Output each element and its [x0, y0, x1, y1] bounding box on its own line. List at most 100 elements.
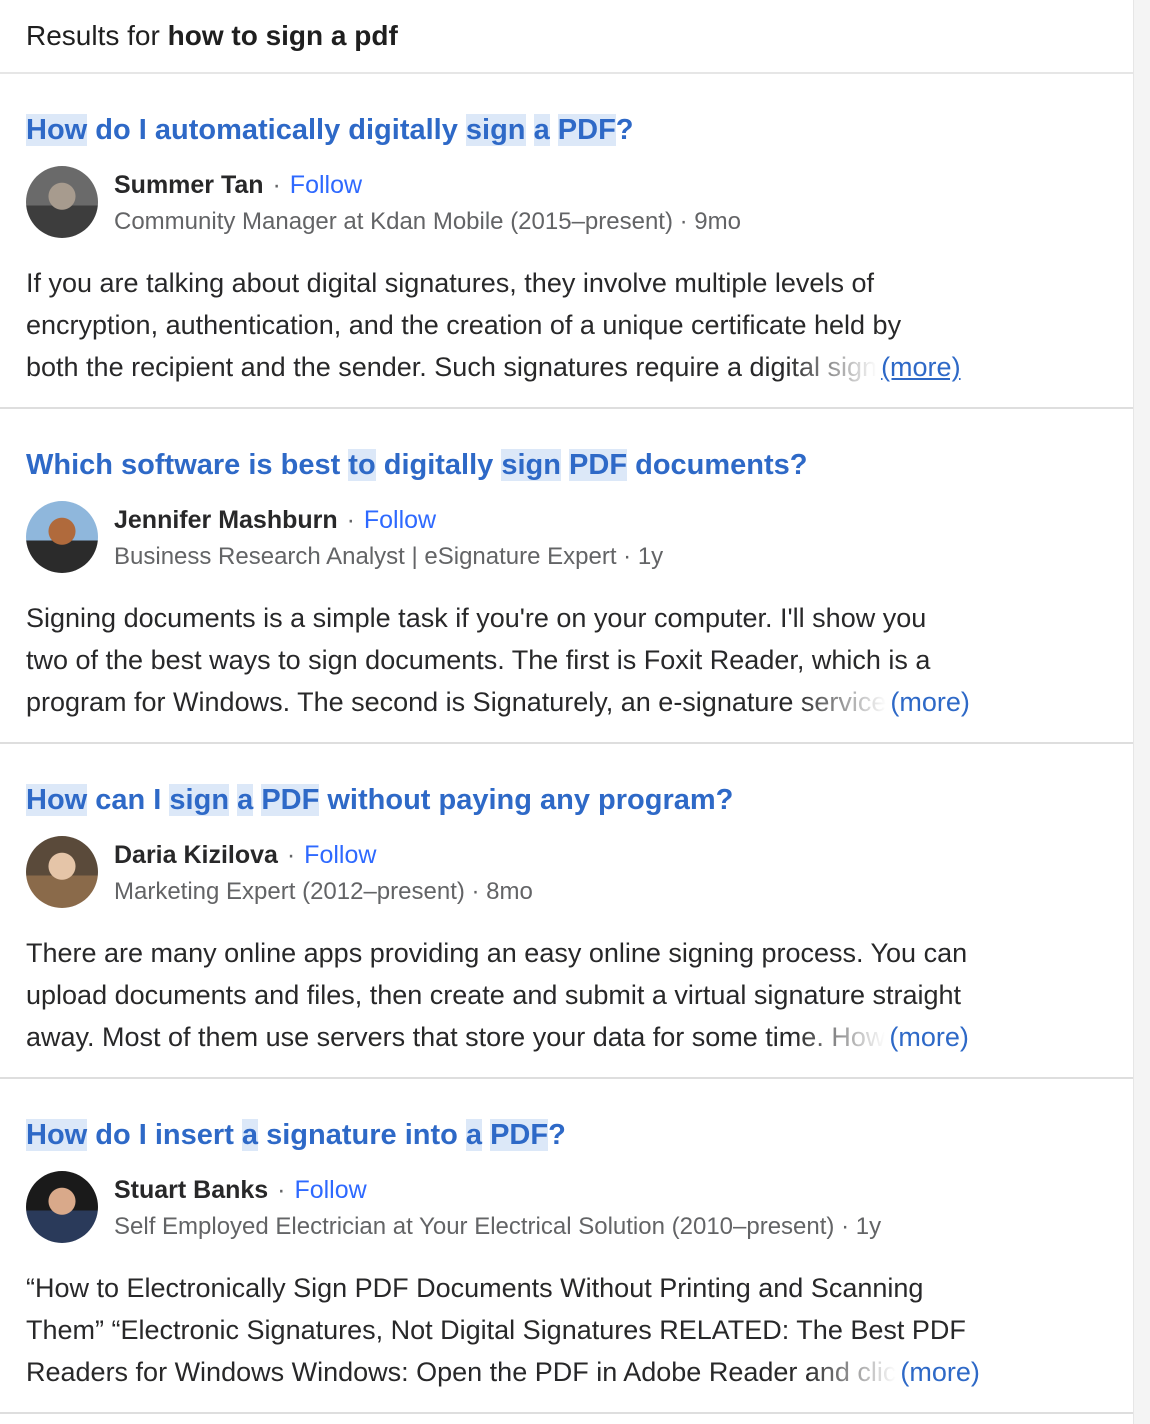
separator-dot: ·: [339, 506, 362, 534]
author-name-link[interactable]: Jennifer Mashburn: [114, 506, 338, 534]
title-highlight: How: [26, 784, 88, 816]
title-text: do I automatically digitally: [87, 114, 466, 146]
result-item: Which software is best to digitally sign…: [0, 409, 1134, 744]
snippet-last-line: Readers for Windows Windows: Open the PD…: [26, 1351, 1106, 1393]
results-query: how to sign a pdf: [167, 20, 398, 51]
title-text: [229, 784, 237, 816]
title-text: [561, 449, 569, 481]
question-title-link[interactable]: How do I insert a signature into a PDF?: [26, 1115, 1108, 1155]
avatar[interactable]: [26, 1171, 98, 1243]
results-header: Results for how to sign a pdf: [0, 0, 1134, 74]
follow-button[interactable]: Follow: [364, 506, 436, 534]
title-highlight: sign: [501, 449, 561, 481]
title-highlight: sign: [169, 784, 230, 816]
author-row: Jennifer Mashburn · Follow Business Resea…: [26, 501, 1108, 579]
more-link[interactable]: (more): [890, 681, 970, 723]
author-name-line: Summer Tan · Follow: [114, 168, 741, 202]
result-item: How do I automatically digitally sign a …: [0, 74, 1134, 409]
author-name-line: Stuart Banks · Follow: [114, 1173, 881, 1207]
answer-snippet[interactable]: If you are talking about digital signatu…: [26, 262, 1106, 388]
snippet-last-line: away. Most of them use servers that stor…: [26, 1016, 1106, 1058]
more-link[interactable]: (more): [900, 1351, 980, 1393]
title-text: [550, 114, 558, 146]
avatar[interactable]: [26, 166, 98, 238]
title-highlight: a: [533, 114, 550, 146]
separator-dot: ·: [265, 171, 288, 199]
snippet-line: If you are talking about digital signatu…: [26, 268, 874, 298]
snippet-line: upload documents and files, then create …: [26, 980, 962, 1010]
follow-button[interactable]: Follow: [290, 171, 362, 199]
separator-dot: ·: [270, 1176, 293, 1204]
author-info: Jennifer Mashburn · Follow Business Resea…: [114, 501, 663, 575]
title-highlight: to: [348, 449, 376, 481]
snippet-line: Readers for Windows Windows: Open the PD…: [26, 1351, 897, 1393]
scrollbar[interactable]: [1133, 0, 1150, 1424]
title-text: ?: [615, 114, 634, 146]
title-highlight: PDF: [569, 449, 628, 481]
question-title-link[interactable]: How do I automatically digitally sign a …: [26, 110, 1108, 150]
snippet-line: encryption, authentication, and the crea…: [26, 310, 902, 340]
title-highlight: a: [465, 1119, 483, 1151]
snippet-last-line: both the recipient and the sender. Such …: [26, 346, 1106, 388]
title-text: documents?: [627, 449, 808, 481]
snippet-line: Them” “Electronic Signatures, Not Digita…: [26, 1315, 966, 1345]
title-highlight: How: [26, 114, 88, 146]
title-highlight: a: [241, 1119, 259, 1151]
title-highlight: sign: [465, 114, 526, 146]
title-highlight: a: [237, 784, 254, 816]
answer-snippet[interactable]: “How to Electronically Sign PDF Document…: [26, 1267, 1106, 1393]
result-item: How do I insert a signature into a PDF? S…: [0, 1079, 1134, 1414]
author-info: Daria Kizilova · Follow Marketing Expert …: [114, 836, 533, 910]
title-text: [482, 1119, 490, 1151]
results-list: How do I automatically digitally sign a …: [0, 74, 1134, 1414]
title-highlight: How: [26, 1119, 88, 1151]
author-info: Stuart Banks · Follow Self Employed Elect…: [114, 1171, 881, 1245]
author-name-link[interactable]: Summer Tan: [114, 171, 264, 199]
follow-button[interactable]: Follow: [304, 841, 376, 869]
author-row: Summer Tan · Follow Community Manager at …: [26, 166, 1108, 244]
results-prefix: Results for: [26, 20, 160, 51]
snippet-line: There are many online apps providing an …: [26, 938, 968, 968]
more-link[interactable]: (more): [889, 1016, 969, 1058]
title-text: Which software is best: [26, 449, 349, 481]
title-text: digitally: [375, 449, 502, 481]
title-text: can I: [87, 784, 170, 816]
snippet-line: “How to Electronically Sign PDF Document…: [26, 1273, 924, 1303]
title-text: ?: [548, 1119, 566, 1151]
title-highlight: PDF: [490, 1119, 549, 1151]
title-text: [526, 114, 534, 146]
separator-dot: ·: [279, 841, 303, 869]
author-info: Summer Tan · Follow Community Manager at …: [114, 166, 741, 240]
title-text: without paying any program?: [319, 784, 734, 816]
author-credential: Community Manager at Kdan Mobile (2015–p…: [114, 208, 741, 235]
snippet-line: program for Windows. The second is Signa…: [26, 681, 887, 723]
author-name-link[interactable]: Daria Kizilova: [114, 841, 278, 869]
author-credential: Business Research Analyst | eSignature E…: [114, 543, 664, 570]
title-text: do I insert: [87, 1119, 242, 1151]
question-title-link[interactable]: Which software is best to digitally sign…: [26, 445, 1108, 485]
author-name-link[interactable]: Stuart Banks: [114, 1176, 268, 1204]
avatar[interactable]: [26, 501, 98, 573]
snippet-line: both the recipient and the sender. Such …: [26, 346, 878, 388]
answer-snippet[interactable]: Signing documents is a simple task if yo…: [26, 597, 1106, 723]
title-highlight: PDF: [557, 114, 616, 146]
author-name-line: Daria Kizilova · Follow: [114, 838, 533, 872]
author-row: Daria Kizilova · Follow Marketing Expert …: [26, 836, 1108, 914]
title-highlight: PDF: [261, 784, 320, 816]
snippet-line: Signing documents is a simple task if yo…: [26, 603, 927, 633]
more-link[interactable]: (more): [881, 346, 961, 388]
snippet-line: away. Most of them use servers that stor…: [26, 1016, 886, 1058]
author-row: Stuart Banks · Follow Self Employed Elect…: [26, 1171, 1108, 1249]
answer-snippet[interactable]: There are many online apps providing an …: [26, 932, 1106, 1058]
result-item: How can I sign a PDF without paying any …: [0, 744, 1134, 1079]
question-title-link[interactable]: How can I sign a PDF without paying any …: [26, 780, 1108, 820]
author-credential: Marketing Expert (2012–present) · 8mo: [114, 878, 533, 905]
avatar[interactable]: [26, 836, 98, 908]
snippet-last-line: program for Windows. The second is Signa…: [26, 681, 1106, 723]
title-text: signature into: [258, 1119, 466, 1151]
snippet-line: two of the best ways to sign documents. …: [26, 645, 931, 675]
follow-button[interactable]: Follow: [294, 1176, 366, 1204]
author-name-line: Jennifer Mashburn · Follow: [114, 503, 663, 537]
author-credential: Self Employed Electrician at Your Electr…: [114, 1213, 882, 1240]
search-results-panel: Results for how to sign a pdf How do I a…: [0, 0, 1134, 1424]
